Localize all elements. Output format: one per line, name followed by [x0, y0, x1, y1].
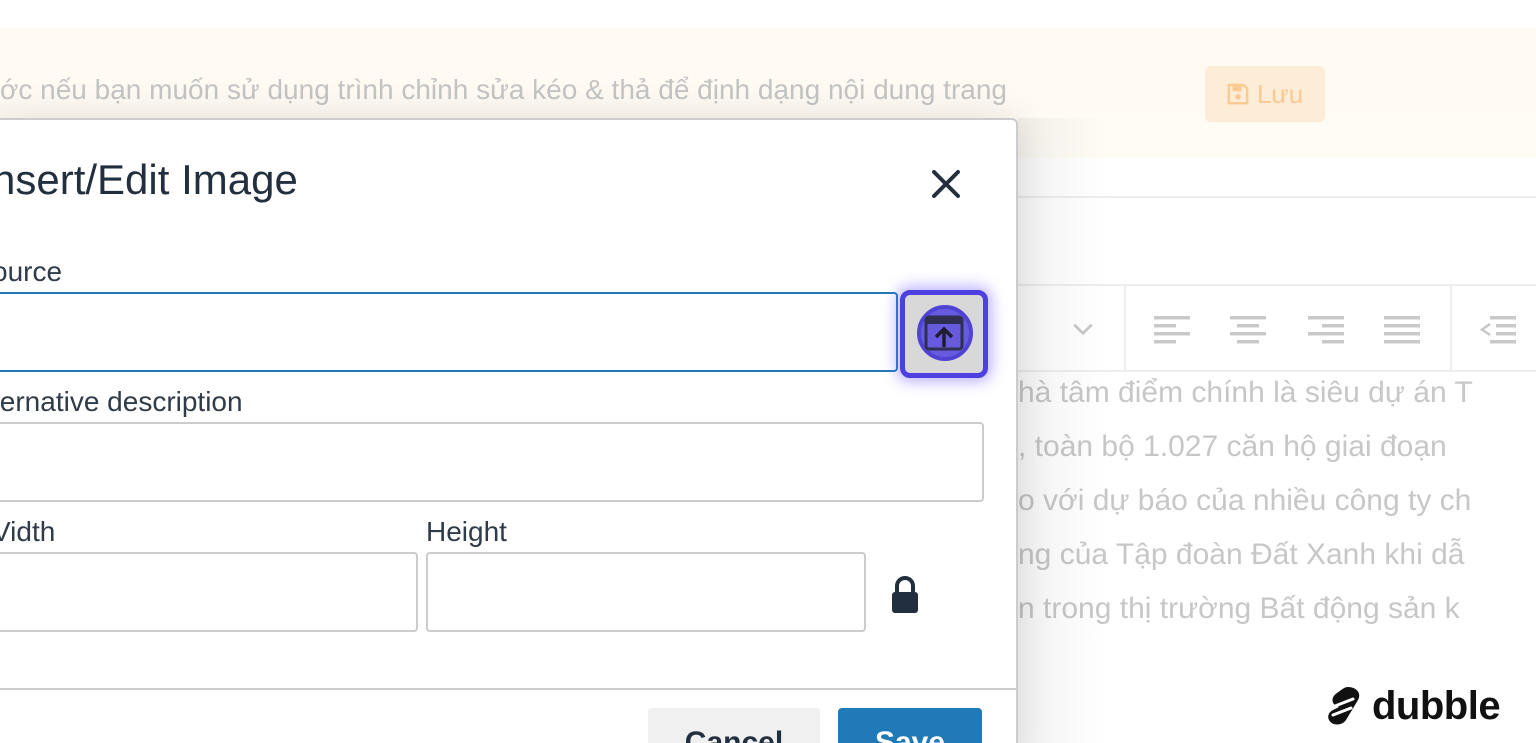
cancel-button[interactable]: Cancel: [648, 708, 820, 743]
dubble-watermark-text: dubble: [1372, 683, 1501, 728]
height-label: Height: [426, 516, 507, 547]
dialog-footer-divider: [0, 688, 1016, 690]
browse-image-button[interactable]: [900, 290, 988, 378]
toolbar-separator: [1450, 286, 1452, 372]
height-input[interactable]: [426, 552, 866, 632]
alternative-description-label: ternative description: [0, 386, 243, 417]
dubble-watermark: dubble: [1326, 683, 1501, 728]
align-justify-icon[interactable]: [1384, 314, 1420, 346]
source-label: ource: [0, 256, 63, 287]
dubble-logo-icon: [1328, 687, 1360, 725]
lock-icon[interactable]: [890, 575, 920, 615]
dialog-title: nsert/Edit Image: [0, 156, 298, 203]
alternative-description-input[interactable]: [0, 422, 984, 502]
toolbar-separator: [1124, 286, 1126, 372]
save-icon: [1227, 83, 1249, 105]
save-button[interactable]: Save: [838, 708, 982, 743]
align-left-icon[interactable]: [1154, 314, 1190, 346]
upload-icon: [924, 315, 964, 351]
close-icon[interactable]: [922, 160, 970, 208]
dialog-shadow: [1018, 118, 1108, 743]
notice-save-label: Lưu: [1256, 78, 1304, 109]
outdent-icon[interactable]: [1480, 314, 1516, 346]
notice-text: ớc nếu bạn muốn sử dụng trình chỉnh sửa …: [0, 74, 1007, 105]
align-right-icon[interactable]: [1308, 314, 1344, 346]
width-input[interactable]: [0, 552, 418, 632]
insert-edit-image-dialog: nsert/Edit Image ource ternative descrip…: [0, 118, 1018, 743]
source-input[interactable]: [0, 292, 898, 372]
notice-save-button[interactable]: Lưu: [1205, 66, 1325, 122]
align-center-icon[interactable]: [1230, 314, 1266, 346]
width-label: Vidth: [0, 516, 56, 547]
